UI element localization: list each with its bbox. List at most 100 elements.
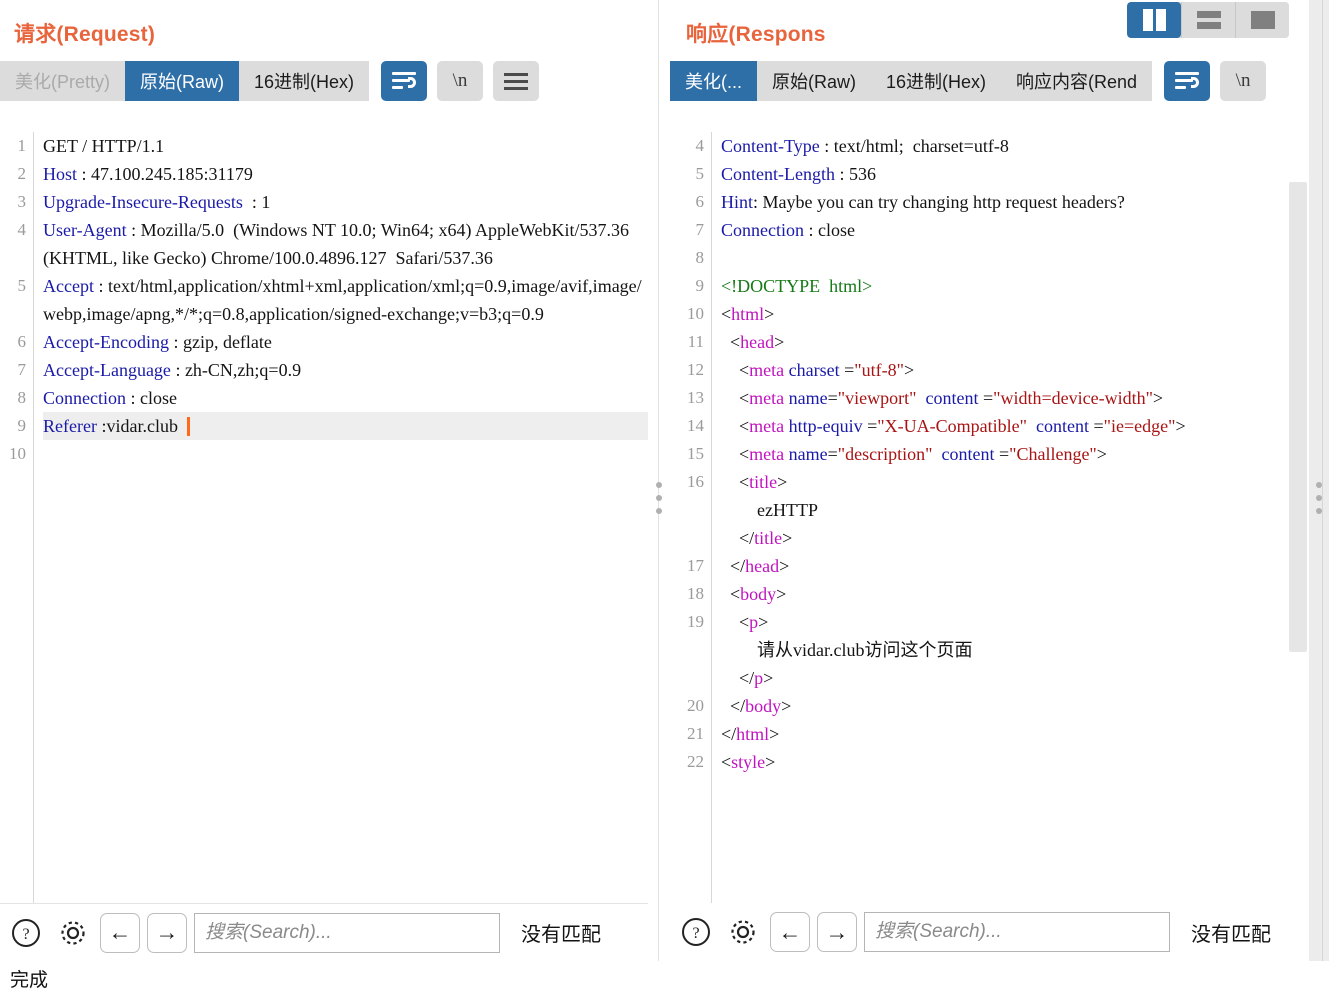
- response-vertical-scrollbar[interactable]: [1289, 182, 1307, 652]
- status-bar: 完成: [0, 961, 1329, 995]
- code-line: <title> ezHTTP </title>: [721, 472, 818, 548]
- code-line: Content-Length : 536: [721, 164, 876, 184]
- http-traffic-viewer: 请求(Request) 美化(Pretty) 原始(Raw) 16进制(Hex)…: [0, 0, 1329, 995]
- line-number: 4: [17, 220, 27, 239]
- response-find-next-button[interactable]: →: [817, 912, 857, 952]
- line-number: 5: [17, 276, 27, 295]
- layout-single-pane-button[interactable]: [1235, 2, 1289, 38]
- line-number-spacer: .: [0, 244, 26, 272]
- request-tool-buttons: \n: [381, 61, 540, 102]
- code-line: Connection : close: [43, 388, 177, 408]
- request-code-content[interactable]: GET / HTTP/1.1 Host : 47.100.245.185:3117…: [34, 132, 648, 903]
- response-pane: 响应(Respons 美化(... 原始(Raw) 16进制(Hex) 响应内容…: [670, 0, 1329, 995]
- tab-response-hex[interactable]: 16进制(Hex): [871, 61, 1002, 102]
- line-number: 11: [687, 332, 704, 351]
- line-number-spacer: .: [670, 636, 704, 664]
- request-line-numbers: 1 2 3 4. 5. 6 7 8 9 10: [0, 132, 34, 903]
- help-icon: ?: [12, 918, 40, 947]
- response-line-numbers: 4 5 6 7 8 9 10 11 12 13 14 15 16.. 17 18 19.. 20 21 22: [670, 132, 712, 903]
- tab-request-pretty[interactable]: 美化(Pretty): [0, 61, 126, 102]
- code-line: </body>: [721, 696, 792, 716]
- code-line: <meta charset ="utf-8">: [721, 360, 915, 380]
- right-splitter-drag-handle[interactable]: [1316, 481, 1322, 514]
- code-line: Connection : close: [721, 220, 855, 240]
- request-pane: 请求(Request) 美化(Pretty) 原始(Raw) 16进制(Hex)…: [0, 0, 648, 995]
- line-number: 10: [9, 444, 26, 463]
- request-tabstrip: 美化(Pretty) 原始(Raw) 16进制(Hex) \n: [0, 61, 648, 102]
- code-line: Upgrade-Insecure-Requests : 1: [43, 192, 271, 212]
- split-vertical-icon: [1142, 9, 1166, 31]
- single-pane-icon: [1250, 11, 1275, 29]
- line-number: 16: [687, 472, 704, 491]
- line-number-spacer: .: [670, 496, 704, 524]
- response-tab-group: 美化(... 原始(Raw) 16进制(Hex) 响应内容(Rend: [670, 61, 1153, 102]
- line-number: 2: [17, 164, 27, 183]
- code-line: Referer :vidar.club: [43, 412, 648, 440]
- request-help-button[interactable]: ?: [6, 913, 46, 953]
- code-line: User-Agent : Mozilla/5.0 (Windows NT 10.…: [43, 220, 639, 268]
- code-line: Accept-Encoding : gzip, deflate: [43, 332, 272, 352]
- tab-response-render[interactable]: 响应内容(Rend: [1001, 61, 1153, 102]
- menu-icon: [504, 72, 529, 90]
- svg-text:?: ?: [22, 926, 29, 943]
- code-line: <html>: [721, 304, 775, 324]
- line-number: 17: [687, 556, 704, 575]
- code-line: Content-Type : text/html; charset=utf-8: [721, 136, 1009, 156]
- line-number-spacer: .: [670, 524, 704, 552]
- code-line: </html>: [721, 724, 780, 744]
- pane-splitter[interactable]: [648, 0, 670, 995]
- line-number: 3: [17, 192, 27, 211]
- request-menu-button[interactable]: [493, 61, 540, 102]
- tab-response-raw[interactable]: 原始(Raw): [757, 61, 871, 102]
- tab-response-pretty[interactable]: 美化(...: [670, 61, 757, 102]
- code-line: Accept-Language : zh-CN,zh;q=0.9: [43, 360, 302, 380]
- line-number: 9: [17, 416, 27, 435]
- request-find-next-button[interactable]: →: [147, 912, 187, 953]
- right-edge-splitter[interactable]: [1309, 0, 1329, 995]
- layout-split-horizontal-button[interactable]: [1181, 2, 1235, 38]
- status-text: 完成: [10, 969, 49, 991]
- splitter-drag-handle[interactable]: [656, 481, 662, 514]
- code-line: <meta name="description" content ="Chall…: [721, 444, 1107, 464]
- response-find-prev-button[interactable]: ←: [770, 912, 810, 952]
- line-number: 1: [17, 136, 27, 155]
- line-number: 14: [687, 416, 704, 435]
- code-line: <p> 请从vidar.club访问这个页面 </p>: [721, 612, 973, 688]
- tab-request-raw[interactable]: 原始(Raw): [125, 61, 240, 102]
- request-code-area[interactable]: 1 2 3 4. 5. 6 7 8 9 10 GET / HTTP/1.1 Host : 47.10…: [0, 132, 648, 903]
- response-tabstrip: 美化(... 原始(Raw) 16进制(Hex) 响应内容(Rend \n: [670, 61, 1329, 102]
- request-find-prev-button[interactable]: ←: [100, 912, 140, 953]
- line-number: 4: [695, 136, 705, 155]
- response-newline-button[interactable]: \n: [1220, 61, 1267, 102]
- gear-icon: [731, 920, 755, 944]
- request-tab-group: 美化(Pretty) 原始(Raw) 16进制(Hex): [0, 61, 370, 102]
- line-number: 8: [695, 248, 705, 267]
- request-title: 请求(Request): [14, 23, 156, 46]
- request-newline-button[interactable]: \n: [437, 61, 484, 102]
- code-line: <style>: [721, 752, 776, 772]
- response-code-content[interactable]: Content-Type : text/html; charset=utf-8 C…: [712, 132, 1329, 903]
- request-search-input[interactable]: [194, 912, 500, 953]
- line-number-spacer: .: [670, 664, 704, 692]
- line-number: 9: [695, 276, 705, 295]
- response-match-status: 没有匹配: [1191, 923, 1271, 946]
- code-line: <body>: [721, 584, 787, 604]
- code-line: <head>: [721, 332, 785, 352]
- line-number: 10: [687, 304, 704, 323]
- request-settings-button[interactable]: [53, 913, 93, 953]
- response-word-wrap-button[interactable]: [1164, 61, 1211, 102]
- right-splitter-line: [1322, 0, 1323, 995]
- request-findbar: ? ← → 没有匹配: [0, 903, 648, 961]
- response-help-button[interactable]: ?: [676, 912, 716, 952]
- line-number: 15: [687, 444, 704, 463]
- line-number: 18: [687, 584, 704, 603]
- layout-split-vertical-button[interactable]: [1127, 2, 1181, 38]
- code-line: <meta name="viewport" content ="width=de…: [721, 388, 1164, 408]
- response-settings-button[interactable]: [723, 912, 763, 952]
- line-number: 5: [695, 164, 705, 183]
- tab-request-hex[interactable]: 16进制(Hex): [239, 61, 370, 102]
- response-code-area[interactable]: 4 5 6 7 8 9 10 11 12 13 14 15 16.. 17 18 19.. 20 21 22 Con…: [670, 132, 1329, 903]
- response-search-input[interactable]: [864, 912, 1170, 952]
- request-word-wrap-button[interactable]: [381, 61, 428, 102]
